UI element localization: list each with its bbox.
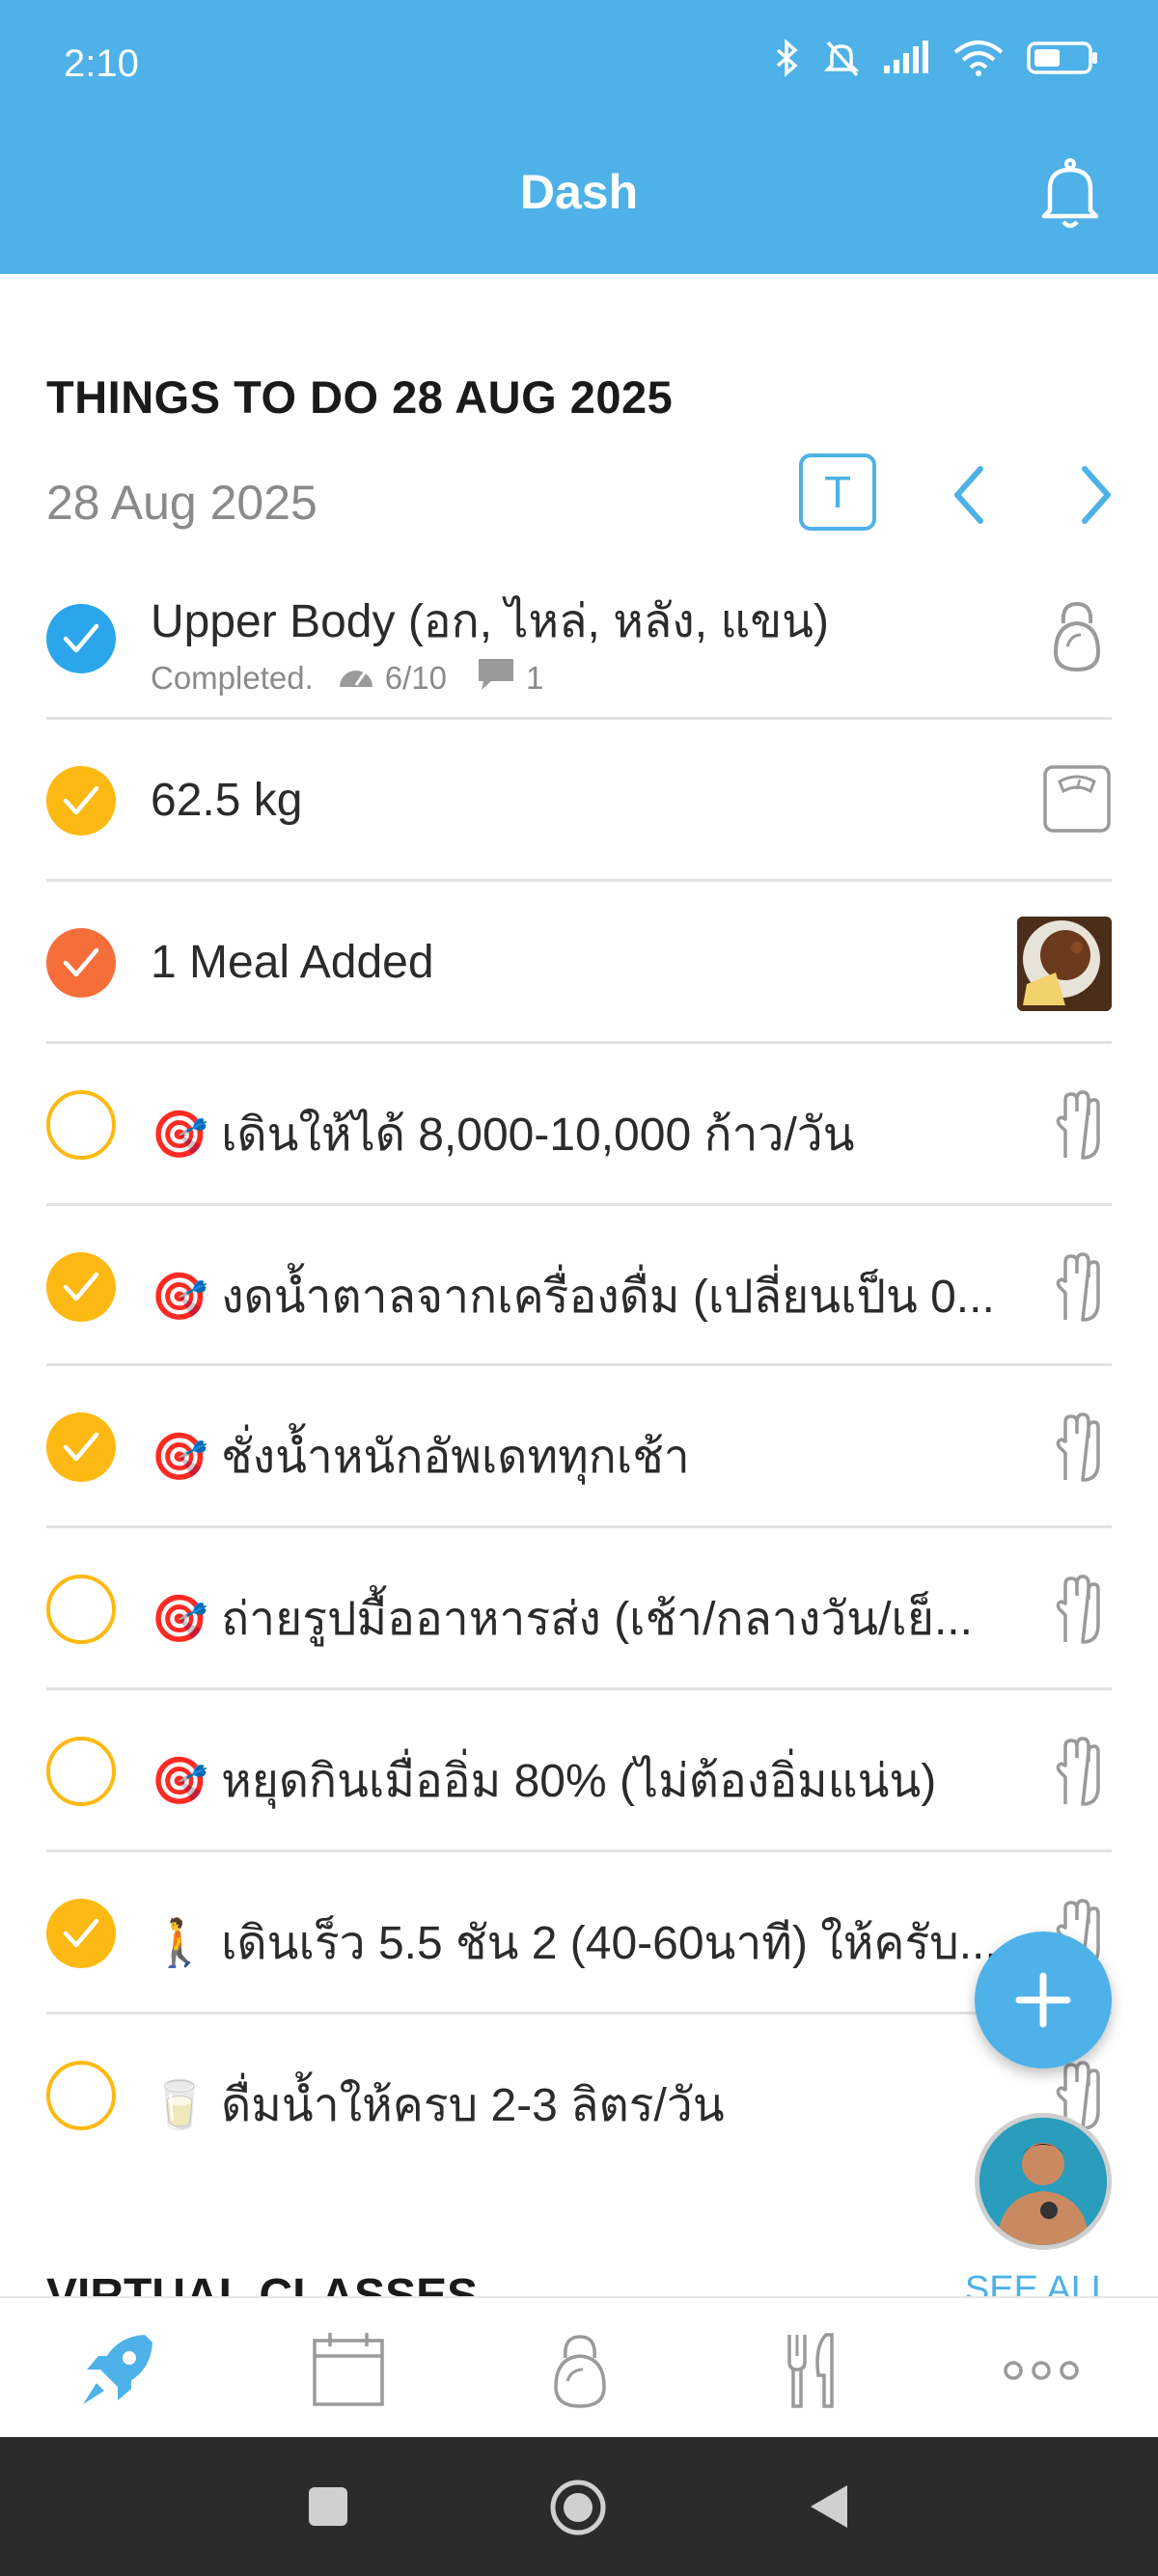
- next-day-button[interactable]: [1071, 461, 1119, 529]
- comment-icon: [476, 656, 516, 700]
- fork-knife-icon[interactable]: [768, 2327, 855, 2414]
- item-subtext: Completed. 6/10 1: [151, 656, 543, 700]
- check-circle-icon[interactable]: [46, 1899, 116, 1968]
- item-label: 🚶 เดินเร็ว 5.5 ชัน 2 (40-60นาที) ให้ครับ…: [151, 1918, 998, 1969]
- list-item[interactable]: 🎯 งดน้ำตาลจากเครื่องดื่ม (เปลี่ยนเป็น 0.…: [46, 1206, 1112, 1366]
- wifi-icon: [951, 39, 1006, 82]
- mute-bell-icon: [822, 39, 861, 82]
- empty-check-circle-icon[interactable]: [46, 1090, 116, 1160]
- item-label: 🎯 หยุดกินเมื่ออิ่ม 80% (ไม่ต้องอิ่มแน่น): [151, 1756, 937, 1807]
- empty-check-circle-icon[interactable]: [46, 2061, 116, 2130]
- check-circle-icon[interactable]: [46, 928, 116, 998]
- system-nav-bar: [0, 2437, 1158, 2576]
- empty-check-circle-icon[interactable]: [46, 1737, 116, 1806]
- status-time: 2:10: [64, 42, 139, 85]
- scale-icon: [1042, 764, 1112, 841]
- bottom-tab-bar: [0, 2296, 1158, 2439]
- item-label: 1 Meal Added: [151, 937, 434, 988]
- status-icons: [772, 39, 1100, 82]
- comment-count: 1: [526, 660, 544, 696]
- rocket-icon[interactable]: [73, 2327, 160, 2414]
- status-text: Completed.: [151, 660, 314, 696]
- check-circle-icon[interactable]: [46, 1252, 116, 1322]
- hand-icon: [1042, 1571, 1112, 1648]
- add-button[interactable]: [975, 1932, 1112, 2069]
- recents-button[interactable]: [307, 2485, 349, 2533]
- status-bar: 2:10: [0, 0, 1158, 135]
- today-button[interactable]: T: [799, 453, 876, 531]
- prev-day-button[interactable]: [946, 461, 994, 529]
- coach-avatar[interactable]: [975, 2113, 1112, 2250]
- check-circle-icon[interactable]: [46, 766, 116, 836]
- list-item[interactable]: Upper Body (อก, ไหล่, หลัง, แขน) Complet…: [46, 560, 1112, 720]
- section-title: THINGS TO DO 28 AUG 2025: [46, 371, 674, 423]
- list-item[interactable]: 🥛 ดื่มน้ำให้ครบ 2-3 ลิตร/วัน: [46, 2014, 1112, 2177]
- hand-icon: [1042, 1086, 1112, 1164]
- page-title: Dash: [519, 165, 639, 219]
- kettlebell-icon[interactable]: [537, 2327, 623, 2414]
- app-header: 2:10 Dash: [0, 0, 1158, 274]
- item-label: 🎯 ชั่งน้ำหนักอัพเดททุกเช้า: [151, 1432, 690, 1483]
- list-item[interactable]: 1 Meal Added: [46, 882, 1112, 1044]
- hand-icon: [1042, 1733, 1112, 1810]
- list-item[interactable]: 62.5 kg: [46, 720, 1112, 882]
- calendar-icon[interactable]: [305, 2327, 392, 2414]
- notification-bell-icon[interactable]: [1036, 156, 1104, 232]
- gauge-icon: [337, 660, 375, 697]
- back-button[interactable]: [807, 2481, 851, 2536]
- hand-icon: [1042, 1409, 1112, 1486]
- item-label: Upper Body (อก, ไหล่, หลัง, แขน): [151, 596, 829, 647]
- kettlebell-icon: [1042, 598, 1112, 675]
- list-item[interactable]: 🎯 หยุดกินเมื่ออิ่ม 80% (ไม่ต้องอิ่มแน่น): [46, 1690, 1112, 1852]
- item-label: 🎯 ถ่ายรูปมื้ออาหารส่ง (เช้า/กลางวัน/เย็.…: [151, 1594, 973, 1645]
- bluetooth-icon: [772, 39, 801, 82]
- list-item[interactable]: 🚶 เดินเร็ว 5.5 ชัน 2 (40-60นาที) ให้ครับ…: [46, 1852, 1112, 2014]
- signal-icon: [882, 41, 930, 80]
- list-item[interactable]: 🎯 เดินให้ได้ 8,000-10,000 ก้าว/วัน: [46, 1044, 1112, 1206]
- check-circle-icon[interactable]: [46, 1412, 116, 1482]
- list-item[interactable]: 🎯 ถ่ายรูปมื้ออาหารส่ง (เช้า/กลางวัน/เย็.…: [46, 1528, 1112, 1690]
- item-label: 🥛 ดื่มน้ำให้ครบ 2-3 ลิตร/วัน: [151, 2080, 725, 2131]
- meal-photo[interactable]: [1017, 917, 1112, 1011]
- battery-icon: [1027, 41, 1100, 80]
- item-label: 🎯 เดินให้ได้ 8,000-10,000 ก้าว/วัน: [151, 1110, 855, 1161]
- empty-check-circle-icon[interactable]: [46, 1575, 116, 1644]
- item-label: 🎯 งดน้ำตาลจากเครื่องดื่ม (เปลี่ยนเป็น 0.…: [151, 1272, 995, 1323]
- effort-value: 6/10: [384, 660, 447, 696]
- hand-icon: [1042, 1248, 1112, 1326]
- check-circle-icon[interactable]: [46, 604, 116, 673]
- more-icon[interactable]: [998, 2327, 1085, 2414]
- home-button[interactable]: [548, 2478, 608, 2542]
- list-item[interactable]: 🎯 ชั่งน้ำหนักอัพเดททุกเช้า: [46, 1366, 1112, 1528]
- current-date: 28 Aug 2025: [46, 476, 317, 530]
- item-label: 62.5 kg: [151, 775, 303, 826]
